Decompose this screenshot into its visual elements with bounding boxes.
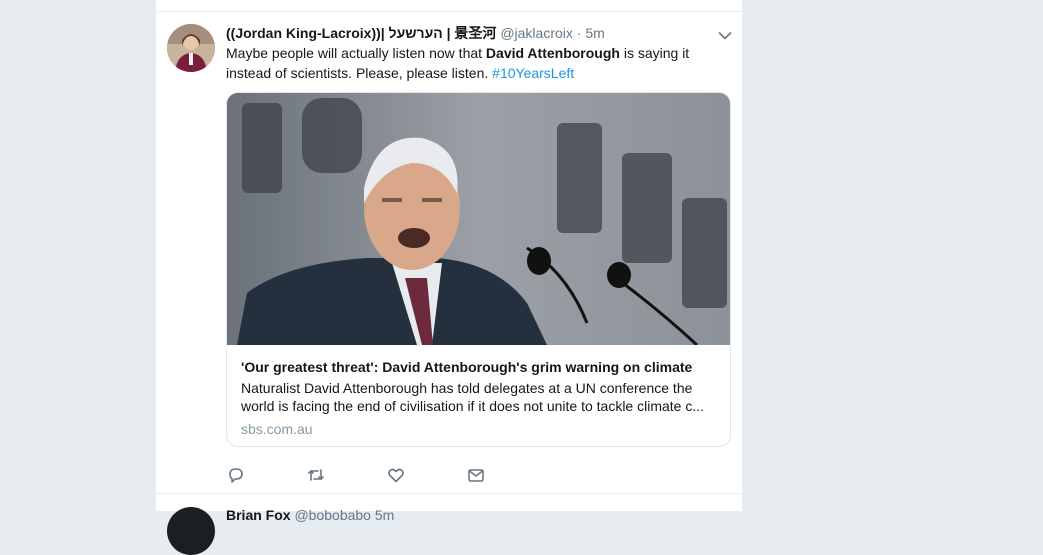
direct-message-icon[interactable]	[466, 465, 490, 489]
retweet-icon[interactable]	[306, 465, 330, 489]
tweet[interactable]: ((Jordan King-Lacroix))| הערשעל | 景圣河 @j…	[156, 11, 742, 494]
handle[interactable]: @jaklacroix	[500, 25, 573, 41]
card-domain: sbs.com.au	[241, 421, 313, 437]
avatar[interactable]	[167, 24, 215, 72]
like-icon[interactable]	[386, 465, 410, 489]
card-title[interactable]: 'Our greatest threat': David Attenboroug…	[241, 358, 719, 376]
next-tweet[interactable]: Brian Fox @bobobabo 5m	[156, 495, 742, 555]
timestamp[interactable]: 5m	[585, 25, 604, 41]
handle[interactable]: @bobobabo	[294, 507, 371, 523]
hashtag-link[interactable]: #10YearsLeft	[492, 65, 574, 81]
link-card[interactable]: 'Our greatest threat': David Attenboroug…	[226, 92, 731, 447]
timeline: ((Jordan King-Lacroix))| הערשעל | 景圣河 @j…	[155, 0, 743, 555]
tweet-text: Maybe people will actually listen now th…	[226, 43, 716, 83]
tweet-text-bold: David Attenborough	[485, 45, 620, 61]
separator: ·	[576, 25, 582, 41]
tweet-header: Brian Fox @bobobabo 5m	[226, 506, 394, 524]
tweet-actions	[226, 465, 526, 489]
avatar[interactable]	[167, 507, 215, 555]
chevron-down-icon[interactable]	[718, 28, 732, 40]
timestamp[interactable]: 5m	[375, 507, 394, 523]
tweet-text-start: Maybe people will actually listen now th…	[226, 45, 486, 61]
display-name[interactable]: Brian Fox	[226, 507, 291, 523]
card-image	[227, 93, 730, 345]
display-name[interactable]: ((Jordan King-Lacroix))| הערשעל | 景圣河	[226, 25, 496, 41]
tweet-header: ((Jordan King-Lacroix))| הערשעל | 景圣河 @j…	[226, 24, 706, 42]
card-description: Naturalist David Attenborough has told d…	[241, 380, 705, 414]
reply-icon[interactable]	[226, 465, 250, 489]
